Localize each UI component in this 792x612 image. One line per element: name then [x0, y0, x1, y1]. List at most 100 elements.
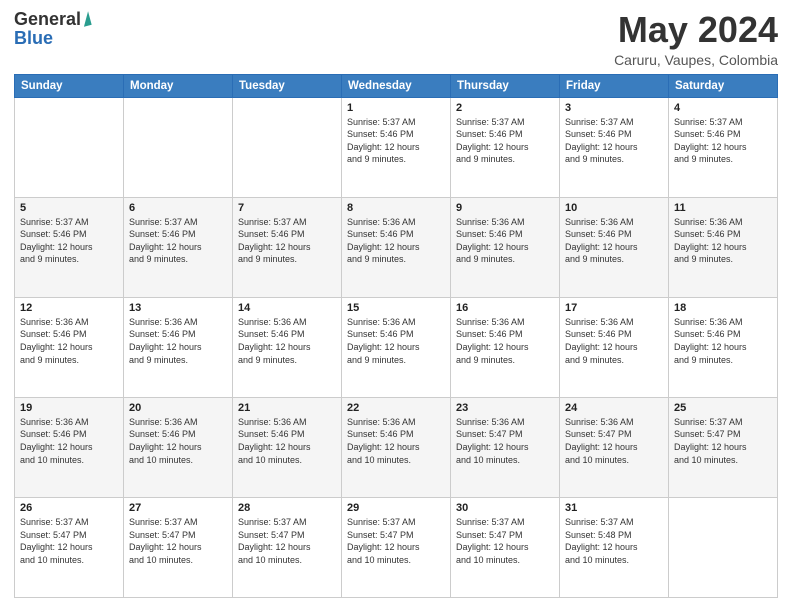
- day-info: Sunrise: 5:36 AM Sunset: 5:46 PM Dayligh…: [20, 316, 118, 366]
- day-info: Sunrise: 5:36 AM Sunset: 5:46 PM Dayligh…: [238, 316, 336, 366]
- calendar-cell: 9 Sunrise: 5:36 AM Sunset: 5:46 PM Daylig…: [451, 197, 560, 297]
- calendar-cell: 20Sunrise: 5:36 AM Sunset: 5:46 PM Dayli…: [124, 397, 233, 497]
- calendar-table: SundayMondayTuesdayWednesdayThursdayFrid…: [14, 74, 778, 598]
- day-info: Sunrise: 5:36 AM Sunset: 5:46 PM Dayligh…: [674, 216, 772, 266]
- day-info: Sunrise: 5:36 AM Sunset: 5:46 PM Dayligh…: [347, 416, 445, 466]
- header: General Blue May 2024 Caruru, Vaupes, Co…: [14, 10, 778, 68]
- calendar-cell: [15, 97, 124, 197]
- calendar-header-monday: Monday: [124, 74, 233, 97]
- calendar-cell: [233, 97, 342, 197]
- day-number: 22: [347, 402, 445, 414]
- day-info: Sunrise: 5:36 AM Sunset: 5:46 PM Dayligh…: [565, 216, 663, 266]
- calendar-cell: 4 Sunrise: 5:37 AM Sunset: 5:46 PM Daylig…: [669, 97, 778, 197]
- day-number: 15: [347, 302, 445, 314]
- calendar-cell: 29 Sunrise: 5:37 AM Sunset: 5:47 PM Dayli…: [342, 497, 451, 597]
- day-number: 8: [347, 202, 445, 214]
- day-info: Sunrise: 5:37 AM Sunset: 5:46 PM Dayligh…: [129, 216, 227, 266]
- logo-general-text: General: [14, 10, 81, 28]
- calendar-cell: [669, 497, 778, 597]
- calendar-cell: 13 Sunrise: 5:36 AM Sunset: 5:46 PM Dayli…: [124, 297, 233, 397]
- calendar-cell: 25Sunrise: 5:37 AM Sunset: 5:47 PM Dayli…: [669, 397, 778, 497]
- calendar-cell: 7Sunrise: 5:37 AM Sunset: 5:46 PM Daylig…: [233, 197, 342, 297]
- day-info: Sunrise: 5:36 AM Sunset: 5:47 PM Dayligh…: [456, 416, 554, 466]
- day-number: 3: [565, 102, 663, 114]
- day-info: Sunrise: 5:36 AM Sunset: 5:46 PM Dayligh…: [129, 316, 227, 366]
- day-info: Sunrise: 5:37 AM Sunset: 5:46 PM Dayligh…: [20, 216, 118, 266]
- day-number: 21: [238, 402, 336, 414]
- day-number: 1: [347, 102, 445, 114]
- day-number: 2: [456, 102, 554, 114]
- day-number: 17: [565, 302, 663, 314]
- calendar-week-row: 5Sunrise: 5:37 AM Sunset: 5:46 PM Daylig…: [15, 197, 778, 297]
- day-number: 11: [674, 202, 772, 214]
- day-number: 4: [674, 102, 772, 114]
- calendar-cell: 17 Sunrise: 5:36 AM Sunset: 5:46 PM Dayli…: [560, 297, 669, 397]
- calendar-cell: 26Sunrise: 5:37 AM Sunset: 5:47 PM Dayli…: [15, 497, 124, 597]
- day-info: Sunrise: 5:37 AM Sunset: 5:47 PM Dayligh…: [347, 516, 445, 566]
- day-number: 16: [456, 302, 554, 314]
- day-number: 30: [456, 502, 554, 514]
- calendar-header-wednesday: Wednesday: [342, 74, 451, 97]
- day-number: 10: [565, 202, 663, 214]
- logo-triangle-icon: [80, 11, 91, 27]
- calendar-cell: 2 Sunrise: 5:37 AM Sunset: 5:46 PM Daylig…: [451, 97, 560, 197]
- day-info: Sunrise: 5:36 AM Sunset: 5:46 PM Dayligh…: [674, 316, 772, 366]
- calendar-week-row: 19 Sunrise: 5:36 AM Sunset: 5:46 PM Dayli…: [15, 397, 778, 497]
- calendar-week-row: 1 Sunrise: 5:37 AM Sunset: 5:46 PM Daylig…: [15, 97, 778, 197]
- day-number: 27: [129, 502, 227, 514]
- title-block: May 2024 Caruru, Vaupes, Colombia: [614, 10, 778, 68]
- day-number: 29: [347, 502, 445, 514]
- calendar-cell: 31Sunrise: 5:37 AM Sunset: 5:48 PM Dayli…: [560, 497, 669, 597]
- day-info: Sunrise: 5:37 AM Sunset: 5:46 PM Dayligh…: [238, 216, 336, 266]
- day-info: Sunrise: 5:37 AM Sunset: 5:47 PM Dayligh…: [238, 516, 336, 566]
- calendar-cell: 23Sunrise: 5:36 AM Sunset: 5:47 PM Dayli…: [451, 397, 560, 497]
- day-number: 14: [238, 302, 336, 314]
- day-info: Sunrise: 5:37 AM Sunset: 5:46 PM Dayligh…: [347, 116, 445, 166]
- calendar-cell: 5Sunrise: 5:37 AM Sunset: 5:46 PM Daylig…: [15, 197, 124, 297]
- day-number: 19: [20, 402, 118, 414]
- calendar-cell: 19Sunrise: 5:36 AM Sunset: 5:46 PM Dayli…: [15, 397, 124, 497]
- calendar-header-thursday: Thursday: [451, 74, 560, 97]
- calendar-cell: 3 Sunrise: 5:37 AM Sunset: 5:46 PM Daylig…: [560, 97, 669, 197]
- day-info: Sunrise: 5:36 AM Sunset: 5:46 PM Dayligh…: [456, 316, 554, 366]
- day-number: 18: [674, 302, 772, 314]
- calendar-week-row: 26 Sunrise: 5:37 AM Sunset: 5:47 PM Dayli…: [15, 497, 778, 597]
- day-info: Sunrise: 5:36 AM Sunset: 5:46 PM Dayligh…: [456, 216, 554, 266]
- logo: General Blue: [14, 10, 90, 49]
- day-info: Sunrise: 5:37 AM Sunset: 5:46 PM Dayligh…: [456, 116, 554, 166]
- calendar-week-row: 12Sunrise: 5:36 AM Sunset: 5:46 PM Dayli…: [15, 297, 778, 397]
- calendar-cell: 12Sunrise: 5:36 AM Sunset: 5:46 PM Dayli…: [15, 297, 124, 397]
- calendar-cell: 8 Sunrise: 5:36 AM Sunset: 5:46 PM Daylig…: [342, 197, 451, 297]
- day-info: Sunrise: 5:36 AM Sunset: 5:46 PM Dayligh…: [347, 216, 445, 266]
- calendar-cell: 11 Sunrise: 5:36 AM Sunset: 5:46 PM Dayli…: [669, 197, 778, 297]
- day-number: 6: [129, 202, 227, 214]
- day-info: Sunrise: 5:36 AM Sunset: 5:47 PM Dayligh…: [565, 416, 663, 466]
- calendar-cell: 14 Sunrise: 5:36 AM Sunset: 5:46 PM Dayli…: [233, 297, 342, 397]
- calendar-header-sunday: Sunday: [15, 74, 124, 97]
- calendar-cell: 1 Sunrise: 5:37 AM Sunset: 5:46 PM Daylig…: [342, 97, 451, 197]
- page: General Blue May 2024 Caruru, Vaupes, Co…: [0, 0, 792, 612]
- calendar-cell: 16 Sunrise: 5:36 AM Sunset: 5:46 PM Dayli…: [451, 297, 560, 397]
- calendar-header-tuesday: Tuesday: [233, 74, 342, 97]
- calendar-cell: 28Sunrise: 5:37 AM Sunset: 5:47 PM Dayli…: [233, 497, 342, 597]
- calendar-cell: [124, 97, 233, 197]
- day-info: Sunrise: 5:36 AM Sunset: 5:46 PM Dayligh…: [565, 316, 663, 366]
- day-info: Sunrise: 5:37 AM Sunset: 5:46 PM Dayligh…: [565, 116, 663, 166]
- day-info: Sunrise: 5:37 AM Sunset: 5:47 PM Dayligh…: [456, 516, 554, 566]
- day-number: 20: [129, 402, 227, 414]
- logo-blue-text: Blue: [14, 28, 53, 49]
- day-number: 24: [565, 402, 663, 414]
- day-info: Sunrise: 5:36 AM Sunset: 5:46 PM Dayligh…: [238, 416, 336, 466]
- calendar-header-friday: Friday: [560, 74, 669, 97]
- day-number: 13: [129, 302, 227, 314]
- calendar-cell: 15 Sunrise: 5:36 AM Sunset: 5:46 PM Dayli…: [342, 297, 451, 397]
- day-number: 9: [456, 202, 554, 214]
- day-number: 31: [565, 502, 663, 514]
- day-number: 26: [20, 502, 118, 514]
- calendar-title: May 2024: [614, 10, 778, 50]
- calendar-cell: 30 Sunrise: 5:37 AM Sunset: 5:47 PM Dayli…: [451, 497, 560, 597]
- day-info: Sunrise: 5:36 AM Sunset: 5:46 PM Dayligh…: [347, 316, 445, 366]
- calendar-header-row: SundayMondayTuesdayWednesdayThursdayFrid…: [15, 74, 778, 97]
- day-info: Sunrise: 5:37 AM Sunset: 5:47 PM Dayligh…: [674, 416, 772, 466]
- day-info: Sunrise: 5:37 AM Sunset: 5:46 PM Dayligh…: [674, 116, 772, 166]
